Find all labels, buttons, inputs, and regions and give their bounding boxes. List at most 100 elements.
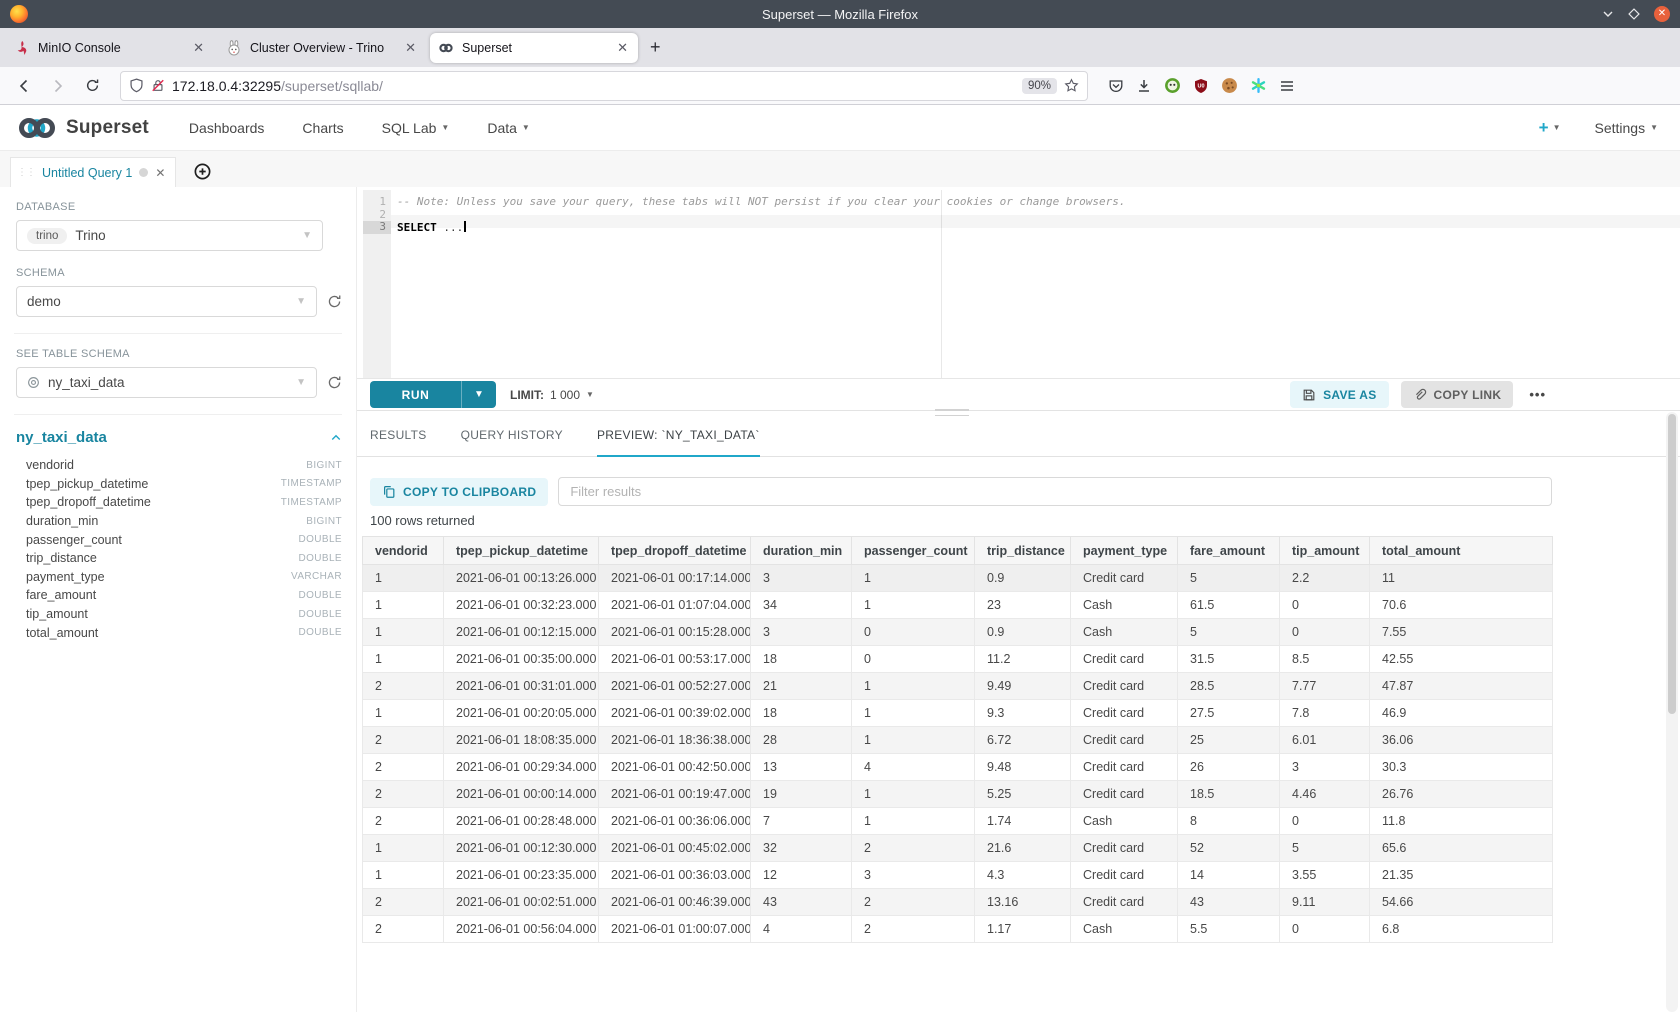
column-header[interactable]: trip_distance xyxy=(975,537,1071,565)
table-row[interactable]: 12021-06-01 00:20:05.0002021-06-01 00:39… xyxy=(363,700,1553,727)
sql-editor[interactable]: 123 -- Note: Unless you save your query,… xyxy=(357,190,1680,379)
table-row[interactable]: 22021-06-01 00:28:48.0002021-06-01 00:36… xyxy=(363,808,1553,835)
minio-icon xyxy=(14,40,30,56)
table-row[interactable]: 22021-06-01 00:56:04.0002021-06-01 01:00… xyxy=(363,916,1553,943)
schema-column-row: tpep_dropoff_datetimeTIMESTAMP xyxy=(16,493,342,512)
superset-logo[interactable]: Superset xyxy=(16,115,149,141)
table-cell: Cash xyxy=(1071,619,1178,646)
nav-item-sql-lab[interactable]: SQL Lab▼ xyxy=(382,120,450,136)
table-row[interactable]: 12021-06-01 00:32:23.0002021-06-01 01:07… xyxy=(363,592,1553,619)
window-maximize-icon[interactable] xyxy=(1628,8,1640,20)
results-tab-preview[interactable]: PREVIEW: `NY_TAXI_DATA` xyxy=(597,428,760,457)
table-cell: 26 xyxy=(1178,754,1280,781)
results-scrollbar[interactable] xyxy=(1666,412,1678,1012)
table-row[interactable]: 22021-06-01 18:08:35.0002021-06-01 18:36… xyxy=(363,727,1553,754)
column-header[interactable]: vendorid xyxy=(363,537,444,565)
table-panel-title[interactable]: ny_taxi_data xyxy=(16,429,330,446)
nav-item-data[interactable]: Data▼ xyxy=(487,120,530,136)
copy-to-clipboard-button[interactable]: COPY TO CLIPBOARD xyxy=(370,478,548,506)
table-row[interactable]: 12021-06-01 00:12:30.0002021-06-01 00:45… xyxy=(363,835,1553,862)
refresh-schema-button[interactable] xyxy=(327,294,342,309)
collapse-table-icon[interactable] xyxy=(330,432,342,444)
column-header[interactable]: tpep_dropoff_datetime xyxy=(599,537,751,565)
database-select[interactable]: trino Trino ▼ xyxy=(16,220,323,251)
run-options-caret[interactable]: ▼ xyxy=(462,381,496,408)
downloads-icon[interactable] xyxy=(1136,78,1152,94)
zoom-badge[interactable]: 90% xyxy=(1022,78,1057,94)
refresh-tables-button[interactable] xyxy=(327,375,342,390)
column-name: tip_amount xyxy=(26,607,298,621)
filter-results-input[interactable] xyxy=(558,477,1552,506)
extensions-spark-icon[interactable] xyxy=(1250,77,1267,94)
table-cell: 47.87 xyxy=(1370,673,1553,700)
new-item-menu[interactable]: +▼ xyxy=(1539,118,1561,138)
table-row[interactable]: 12021-06-01 00:12:15.0002021-06-01 00:15… xyxy=(363,619,1553,646)
table-cell: 3 xyxy=(751,565,852,592)
results-tab-results[interactable]: RESULTS xyxy=(370,428,427,457)
table-row[interactable]: 12021-06-01 00:13:26.0002021-06-01 00:17… xyxy=(363,565,1553,592)
new-tab-button[interactable]: + xyxy=(640,37,671,58)
table-cell: 2 xyxy=(363,781,444,808)
nav-item-dashboards[interactable]: Dashboards xyxy=(189,120,265,136)
schema-column-row: vendoridBIGINT xyxy=(16,456,342,475)
forward-button[interactable] xyxy=(44,72,72,100)
table-row[interactable]: 22021-06-01 00:00:14.0002021-06-01 00:19… xyxy=(363,781,1553,808)
column-header[interactable]: total_amount xyxy=(1370,537,1553,565)
window-close-button[interactable]: ✕ xyxy=(1654,6,1670,22)
column-type: BIGINT xyxy=(306,460,342,471)
table-select[interactable]: ny_taxi_data ▼ xyxy=(16,367,317,398)
settings-menu[interactable]: Settings▼ xyxy=(1594,120,1658,136)
column-header[interactable]: payment_type xyxy=(1071,537,1178,565)
results-tab-query-history[interactable]: QUERY HISTORY xyxy=(461,428,563,457)
insecure-lock-icon[interactable] xyxy=(151,78,165,93)
schema-column-row: tip_amountDOUBLE xyxy=(16,605,342,624)
reload-button[interactable] xyxy=(78,72,106,100)
column-header[interactable]: fare_amount xyxy=(1178,537,1280,565)
table-row[interactable]: 12021-06-01 00:35:00.0002021-06-01 00:53… xyxy=(363,646,1553,673)
table-row[interactable]: 22021-06-01 00:29:34.0002021-06-01 00:42… xyxy=(363,754,1553,781)
column-header[interactable]: duration_min xyxy=(751,537,852,565)
scrollbar-thumb[interactable] xyxy=(1668,414,1676,714)
tab-close-icon[interactable]: ✕ xyxy=(191,40,206,56)
limit-control[interactable]: LIMIT: 1 000 ▼ xyxy=(510,388,594,402)
chevron-down-icon: ▼ xyxy=(296,377,306,388)
run-button[interactable]: RUN ▼ xyxy=(370,381,496,408)
greasemonkey-icon[interactable] xyxy=(1164,77,1181,94)
column-header[interactable]: tip_amount xyxy=(1280,537,1370,565)
more-options-button[interactable]: ••• xyxy=(1525,387,1550,402)
column-header[interactable]: tpep_pickup_datetime xyxy=(444,537,599,565)
drag-handle-icon[interactable]: ⋮⋮ xyxy=(17,167,35,178)
table-row[interactable]: 22021-06-01 00:02:51.0002021-06-01 00:46… xyxy=(363,889,1553,916)
nav-item-charts[interactable]: Charts xyxy=(302,120,343,136)
browser-tab[interactable]: Cluster Overview - Trino✕ xyxy=(218,33,426,63)
schema-column-row: tpep_pickup_datetimeTIMESTAMP xyxy=(16,475,342,494)
table-cell: 23 xyxy=(975,592,1071,619)
browser-tab[interactable]: MinIO Console✕ xyxy=(6,33,214,63)
table-row[interactable]: 22021-06-01 00:31:01.0002021-06-01 00:52… xyxy=(363,673,1553,700)
back-button[interactable] xyxy=(10,72,38,100)
query-tab[interactable]: ⋮⋮ Untitled Query 1 ✕ xyxy=(10,157,176,187)
menu-button[interactable] xyxy=(1279,78,1295,94)
table-cell: 2021-06-01 00:39:02.000 xyxy=(599,700,751,727)
tracking-shield-icon[interactable] xyxy=(129,78,144,93)
address-bar[interactable]: 172.18.0.4:32295/superset/sqllab/ 90% xyxy=(120,71,1088,101)
pocket-icon[interactable] xyxy=(1108,78,1124,94)
add-query-tab-button[interactable] xyxy=(194,163,211,180)
schema-select[interactable]: demo ▼ xyxy=(16,286,317,317)
save-as-button[interactable]: SAVE AS xyxy=(1290,381,1388,408)
table-row[interactable]: 12021-06-01 00:23:35.0002021-06-01 00:36… xyxy=(363,862,1553,889)
window-minimize-icon[interactable] xyxy=(1602,8,1614,20)
ublock-icon[interactable]: U0 xyxy=(1193,78,1209,94)
table-cell: 2 xyxy=(363,673,444,700)
text-cursor xyxy=(464,221,466,232)
tab-close-icon[interactable]: ✕ xyxy=(403,40,418,56)
column-header[interactable]: passenger_count xyxy=(852,537,975,565)
tab-close-icon[interactable]: ✕ xyxy=(615,40,630,56)
bookmark-star-icon[interactable] xyxy=(1064,78,1079,93)
browser-tab[interactable]: Superset✕ xyxy=(430,33,638,63)
cookie-icon[interactable] xyxy=(1221,77,1238,94)
copy-link-button[interactable]: COPY LINK xyxy=(1401,381,1514,408)
query-tab-close-icon[interactable]: ✕ xyxy=(155,166,165,180)
table-cell: 1 xyxy=(363,700,444,727)
chevron-down-icon: ▼ xyxy=(302,230,312,241)
